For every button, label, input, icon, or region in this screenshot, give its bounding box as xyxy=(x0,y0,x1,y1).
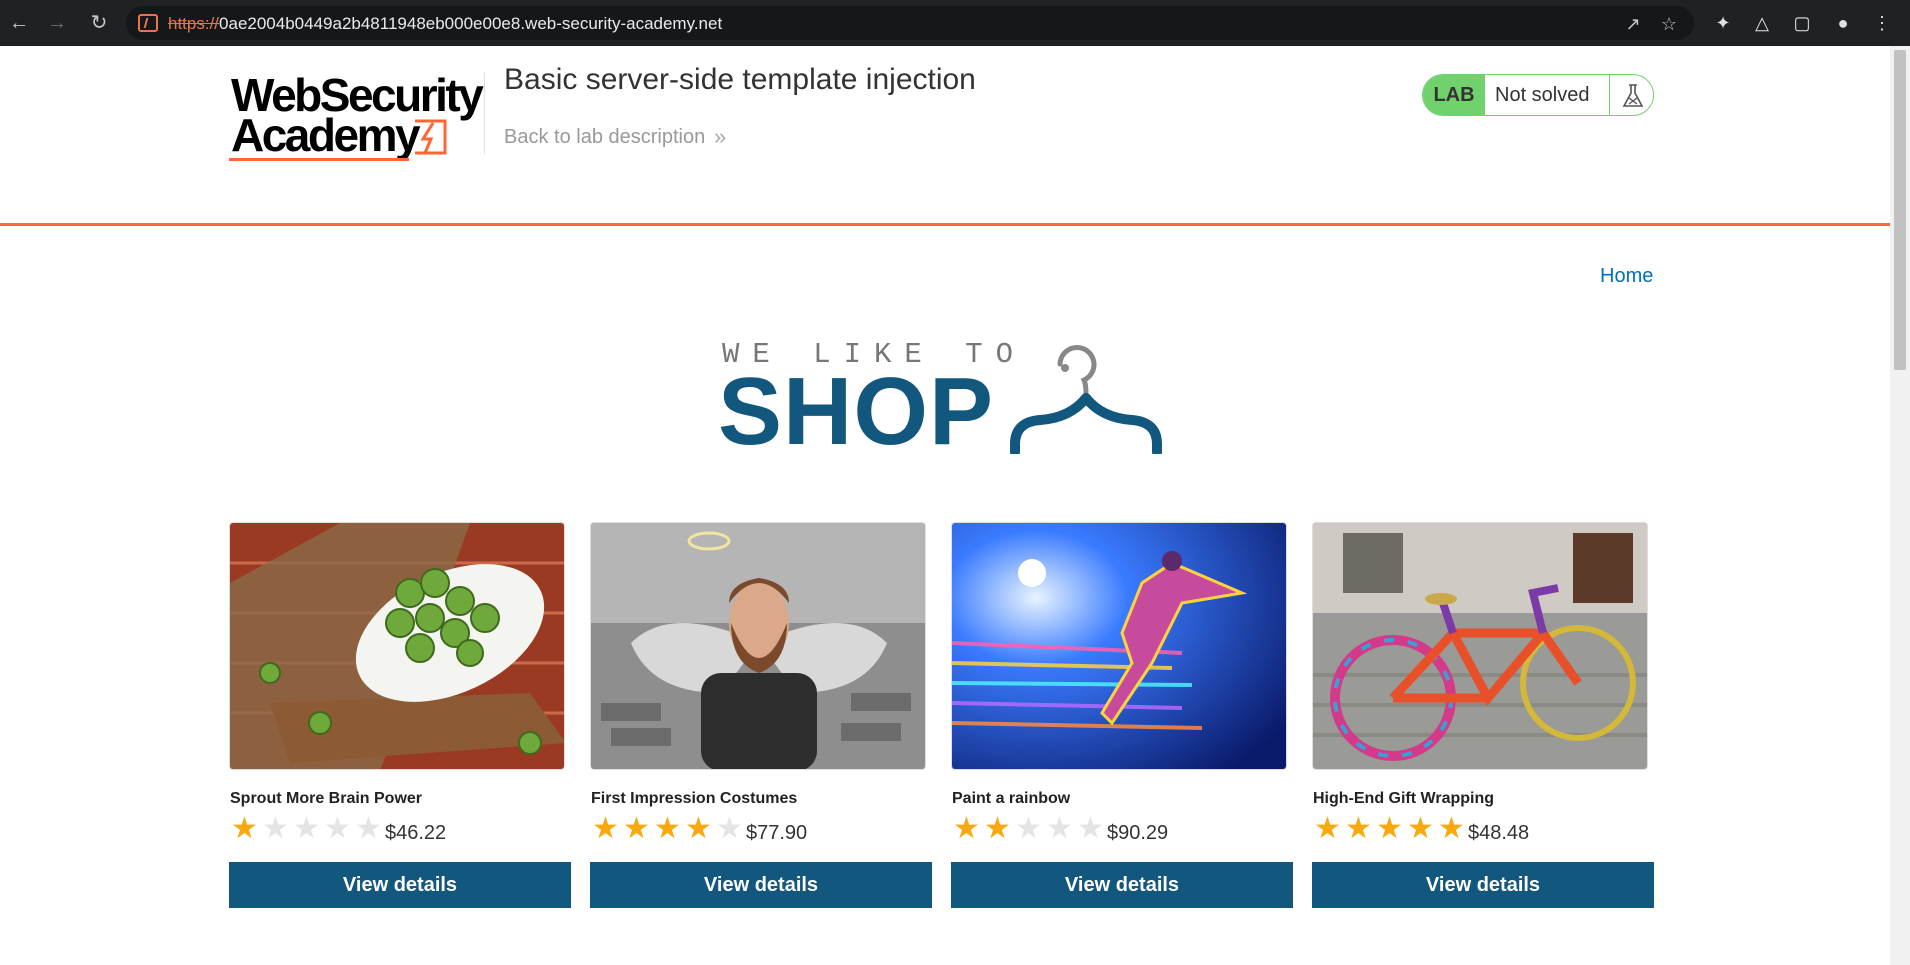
logo-lightning-icon xyxy=(415,119,447,155)
star-filled-icon: ★ xyxy=(654,812,681,845)
lab-badge: LAB xyxy=(1423,75,1485,115)
web-security-academy-logo[interactable]: WebSecurity Academy xyxy=(229,70,484,165)
browser-toolbar: ← → ↻ https://0ae2004b0449a2b4811948eb00… xyxy=(0,0,1910,46)
back-arrow-icon[interactable]: ← xyxy=(6,10,32,36)
banner-title: SHOP xyxy=(718,358,995,465)
home-link[interactable]: Home xyxy=(1600,265,1653,288)
star-filled-icon: ★ xyxy=(1345,812,1372,845)
star-empty-icon: ★ xyxy=(324,812,351,845)
star-filled-icon: ★ xyxy=(1438,812,1465,845)
menu-dots-icon[interactable]: ⋮ xyxy=(1870,11,1894,35)
product-price: $48.48 xyxy=(1468,822,1530,844)
double-chevron-right-icon[interactable]: » xyxy=(714,124,726,150)
logo-text-line2: Academy xyxy=(231,109,421,161)
product-image-rainbow-runner[interactable] xyxy=(951,522,1287,770)
lab-flask-extension-icon[interactable]: △ xyxy=(1750,11,1774,35)
clothes-hanger-icon xyxy=(1010,345,1162,454)
url-text[interactable]: https://0ae2004b0449a2b4811948eb000e00e8… xyxy=(168,14,722,34)
star-filled-icon: ★ xyxy=(623,812,650,845)
product-price: $90.29 xyxy=(1107,822,1169,844)
product-image-knitted-bike[interactable] xyxy=(1312,522,1648,770)
extensions-puzzle-icon[interactable]: ✦ xyxy=(1711,11,1735,35)
address-bar[interactable]: https://0ae2004b0449a2b4811948eb000e00e8… xyxy=(126,6,1694,40)
view-details-button[interactable]: View details xyxy=(229,862,571,908)
star-filled-icon: ★ xyxy=(592,812,619,845)
star-filled-icon: ★ xyxy=(685,812,712,845)
star-empty-icon: ★ xyxy=(355,812,382,845)
product-name: Sprout More Brain Power xyxy=(230,790,423,807)
star-filled-icon: ★ xyxy=(1376,812,1403,845)
star-rating: ★ ★ ★ ★ ★ xyxy=(590,814,745,844)
url-host: 0ae2004b0449a2b4811948eb000e00e8.web-sec… xyxy=(219,14,723,33)
header-rule xyxy=(0,223,1890,226)
star-rating: ★ ★ ★ ★ ★ xyxy=(951,814,1106,844)
star-empty-icon: ★ xyxy=(1015,812,1042,845)
share-icon[interactable]: ↗ xyxy=(1622,13,1644,35)
product-name: Paint a rainbow xyxy=(952,790,1071,807)
product-image-angel[interactable] xyxy=(590,522,926,770)
forward-arrow-icon[interactable]: → xyxy=(44,10,70,36)
star-filled-icon: ★ xyxy=(953,812,980,845)
star-empty-icon: ★ xyxy=(293,812,320,845)
lab-title: Basic server-side template injection xyxy=(504,63,976,96)
url-scheme: https:// xyxy=(168,14,220,33)
not-secure-icon[interactable] xyxy=(138,14,158,32)
product-name: First Impression Costumes xyxy=(591,790,798,807)
profile-icon[interactable]: ● xyxy=(1831,11,1855,35)
logo-underline xyxy=(229,158,409,161)
reload-icon[interactable]: ↻ xyxy=(86,10,112,36)
scrollbar-thumb[interactable] xyxy=(1894,50,1906,370)
product-price: $46.22 xyxy=(385,822,447,844)
product-name: High-End Gift Wrapping xyxy=(1313,790,1495,807)
lab-flask-icon xyxy=(1609,75,1653,115)
star-filled-icon: ★ xyxy=(231,812,258,845)
view-details-button[interactable]: View details xyxy=(590,862,932,908)
lab-status-text: Not solved xyxy=(1495,84,1590,106)
star-empty-icon: ★ xyxy=(1077,812,1104,845)
star-filled-icon: ★ xyxy=(1407,812,1434,845)
bookmark-star-icon[interactable]: ☆ xyxy=(1658,13,1680,35)
header-divider xyxy=(484,72,485,154)
view-details-button[interactable]: View details xyxy=(951,862,1293,908)
star-filled-icon: ★ xyxy=(1314,812,1341,845)
star-rating: ★ ★ ★ ★ ★ xyxy=(1312,814,1467,844)
star-empty-icon: ★ xyxy=(262,812,289,845)
page-scrollbar[interactable] xyxy=(1890,46,1910,965)
view-details-button[interactable]: View details xyxy=(1312,862,1654,908)
star-empty-icon: ★ xyxy=(1046,812,1073,845)
star-filled-icon: ★ xyxy=(984,812,1011,845)
side-panel-icon[interactable]: ▢ xyxy=(1790,11,1814,35)
star-empty-icon: ★ xyxy=(716,812,743,845)
back-to-lab-description-link[interactable]: Back to lab description xyxy=(504,126,705,149)
product-image-sprouts[interactable] xyxy=(229,522,565,770)
star-rating: ★ ★ ★ ★ ★ xyxy=(229,814,384,844)
lab-status-widget: LAB Not solved xyxy=(1422,74,1654,116)
product-price: $77.90 xyxy=(746,822,808,844)
